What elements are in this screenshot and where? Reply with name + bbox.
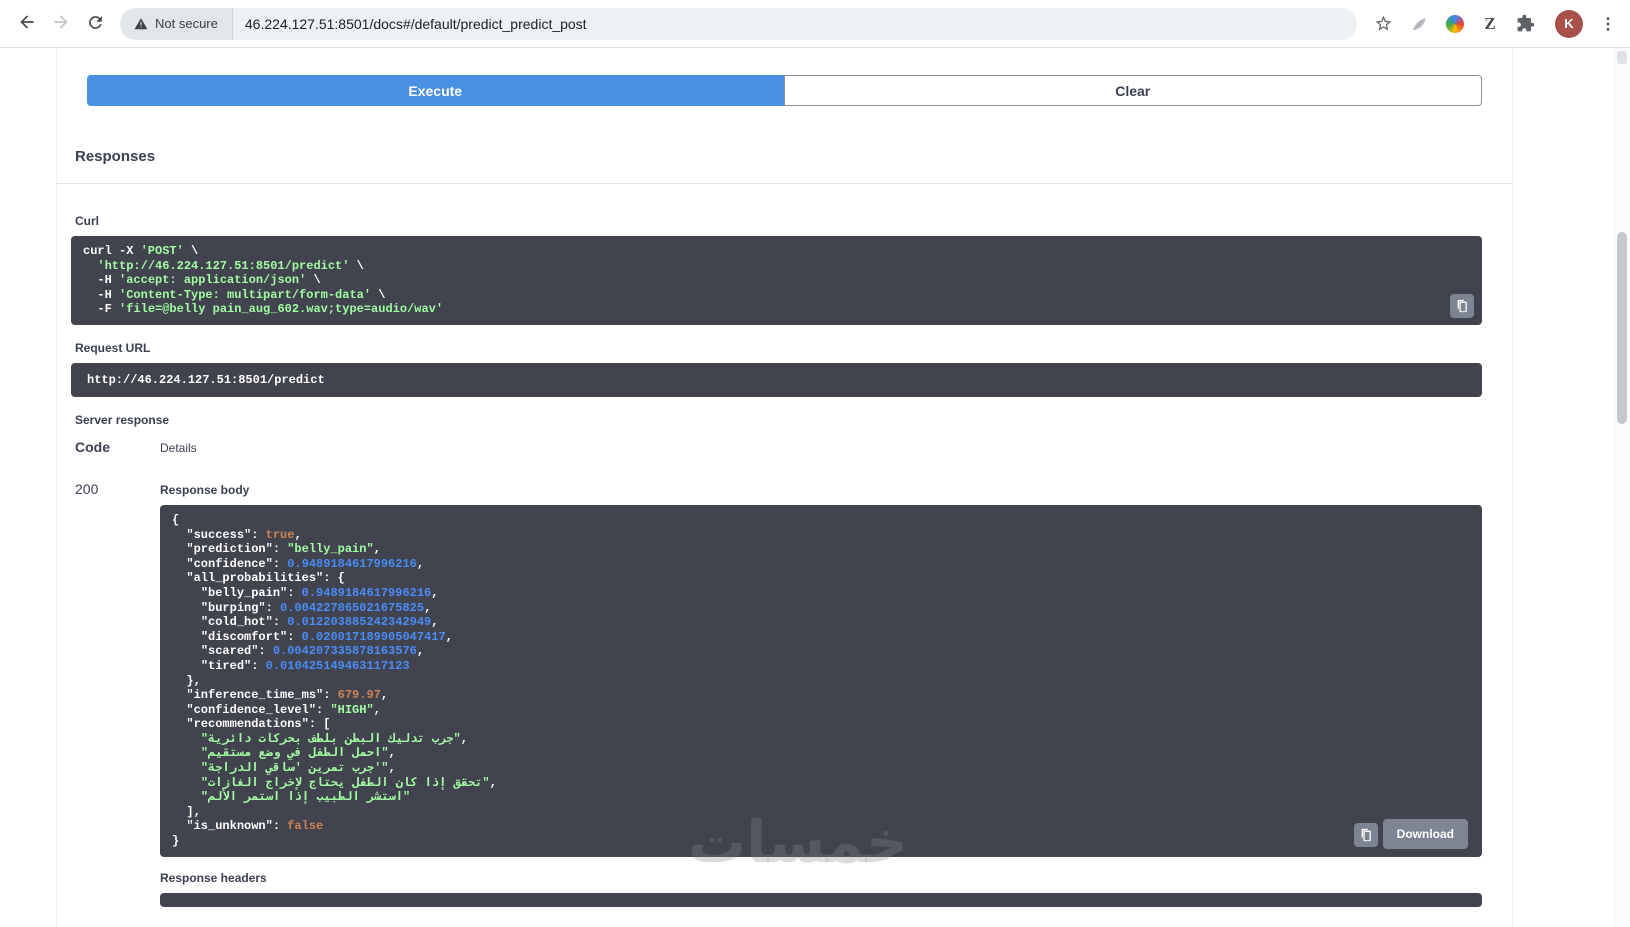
clipboard-icon xyxy=(1455,299,1469,313)
refresh-icon xyxy=(86,13,105,35)
extension-feather-icon[interactable] xyxy=(1409,13,1431,35)
response-body-text: { "success": true, "prediction": "belly_… xyxy=(172,513,1470,849)
forward-arrow-icon xyxy=(51,12,71,35)
clipboard-icon xyxy=(1359,828,1373,842)
details-column-header: Details xyxy=(160,439,1482,481)
server-response-table: Code Details 200 Response body { "succes… xyxy=(75,439,1482,907)
extensions-puzzle-icon[interactable] xyxy=(1514,13,1536,35)
execute-button[interactable]: Execute xyxy=(87,75,784,106)
response-body-label: Response body xyxy=(160,483,1482,497)
swagger-page: Execute Clear Responses Curl curl -X 'PO… xyxy=(0,48,1630,927)
extension-z-icon[interactable]: Z xyxy=(1479,13,1501,35)
responses-title: Responses xyxy=(75,148,1494,165)
url-text[interactable]: 46.224.127.51:8501/docs#/default/predict… xyxy=(233,16,599,32)
back-arrow-icon xyxy=(17,12,37,35)
clear-button[interactable]: Clear xyxy=(784,75,1483,106)
colorful-circle xyxy=(1446,15,1464,33)
copy-response-button[interactable] xyxy=(1354,823,1378,847)
address-bar[interactable]: Not secure 46.224.127.51:8501/docs#/defa… xyxy=(120,8,1357,40)
scrollbar[interactable] xyxy=(1614,48,1630,927)
z-letter: Z xyxy=(1484,14,1495,34)
section-divider xyxy=(57,183,1512,184)
copy-curl-button[interactable] xyxy=(1450,294,1474,318)
curl-command-block: curl -X 'POST' \ 'http://46.224.127.51:8… xyxy=(71,236,1482,325)
scrollbar-top-piece[interactable] xyxy=(1617,51,1627,64)
request-url-value: http://46.224.127.51:8501/predict xyxy=(71,363,1482,397)
curl-command-text: curl -X 'POST' \ 'http://46.224.127.51:8… xyxy=(83,244,1470,317)
refresh-button[interactable] xyxy=(78,7,112,41)
request-url-label: Request URL xyxy=(75,341,1494,355)
browser-chrome: Not secure 46.224.127.51:8501/docs#/defa… xyxy=(0,0,1630,48)
browser-menu-icon[interactable] xyxy=(1592,8,1624,40)
response-body-block: { "success": true, "prediction": "belly_… xyxy=(160,505,1482,857)
warning-icon xyxy=(134,17,148,31)
scrollbar-thumb[interactable] xyxy=(1617,232,1627,424)
profile-avatar[interactable]: K xyxy=(1555,10,1583,38)
code-column-header: Code xyxy=(75,439,160,481)
status-code: 200 xyxy=(75,481,160,907)
back-button[interactable] xyxy=(10,7,44,41)
execute-wrapper: Execute Clear xyxy=(87,75,1482,106)
security-label: Not secure xyxy=(155,16,218,31)
operation-container: Execute Clear Responses Curl curl -X 'PO… xyxy=(56,48,1513,927)
bookmark-star-icon[interactable] xyxy=(1367,8,1399,40)
curl-label: Curl xyxy=(75,214,1494,228)
response-details-cell: Response body { "success": true, "predic… xyxy=(160,481,1482,907)
forward-button[interactable] xyxy=(44,7,78,41)
security-chip[interactable]: Not secure xyxy=(120,8,233,40)
extension-colorful-icon[interactable] xyxy=(1444,13,1466,35)
download-button[interactable]: Download xyxy=(1383,819,1468,849)
response-headers-label: Response headers xyxy=(160,871,1482,885)
server-response-label: Server response xyxy=(75,413,1494,427)
response-headers-block xyxy=(160,893,1482,907)
extension-icons: Z xyxy=(1409,13,1536,35)
